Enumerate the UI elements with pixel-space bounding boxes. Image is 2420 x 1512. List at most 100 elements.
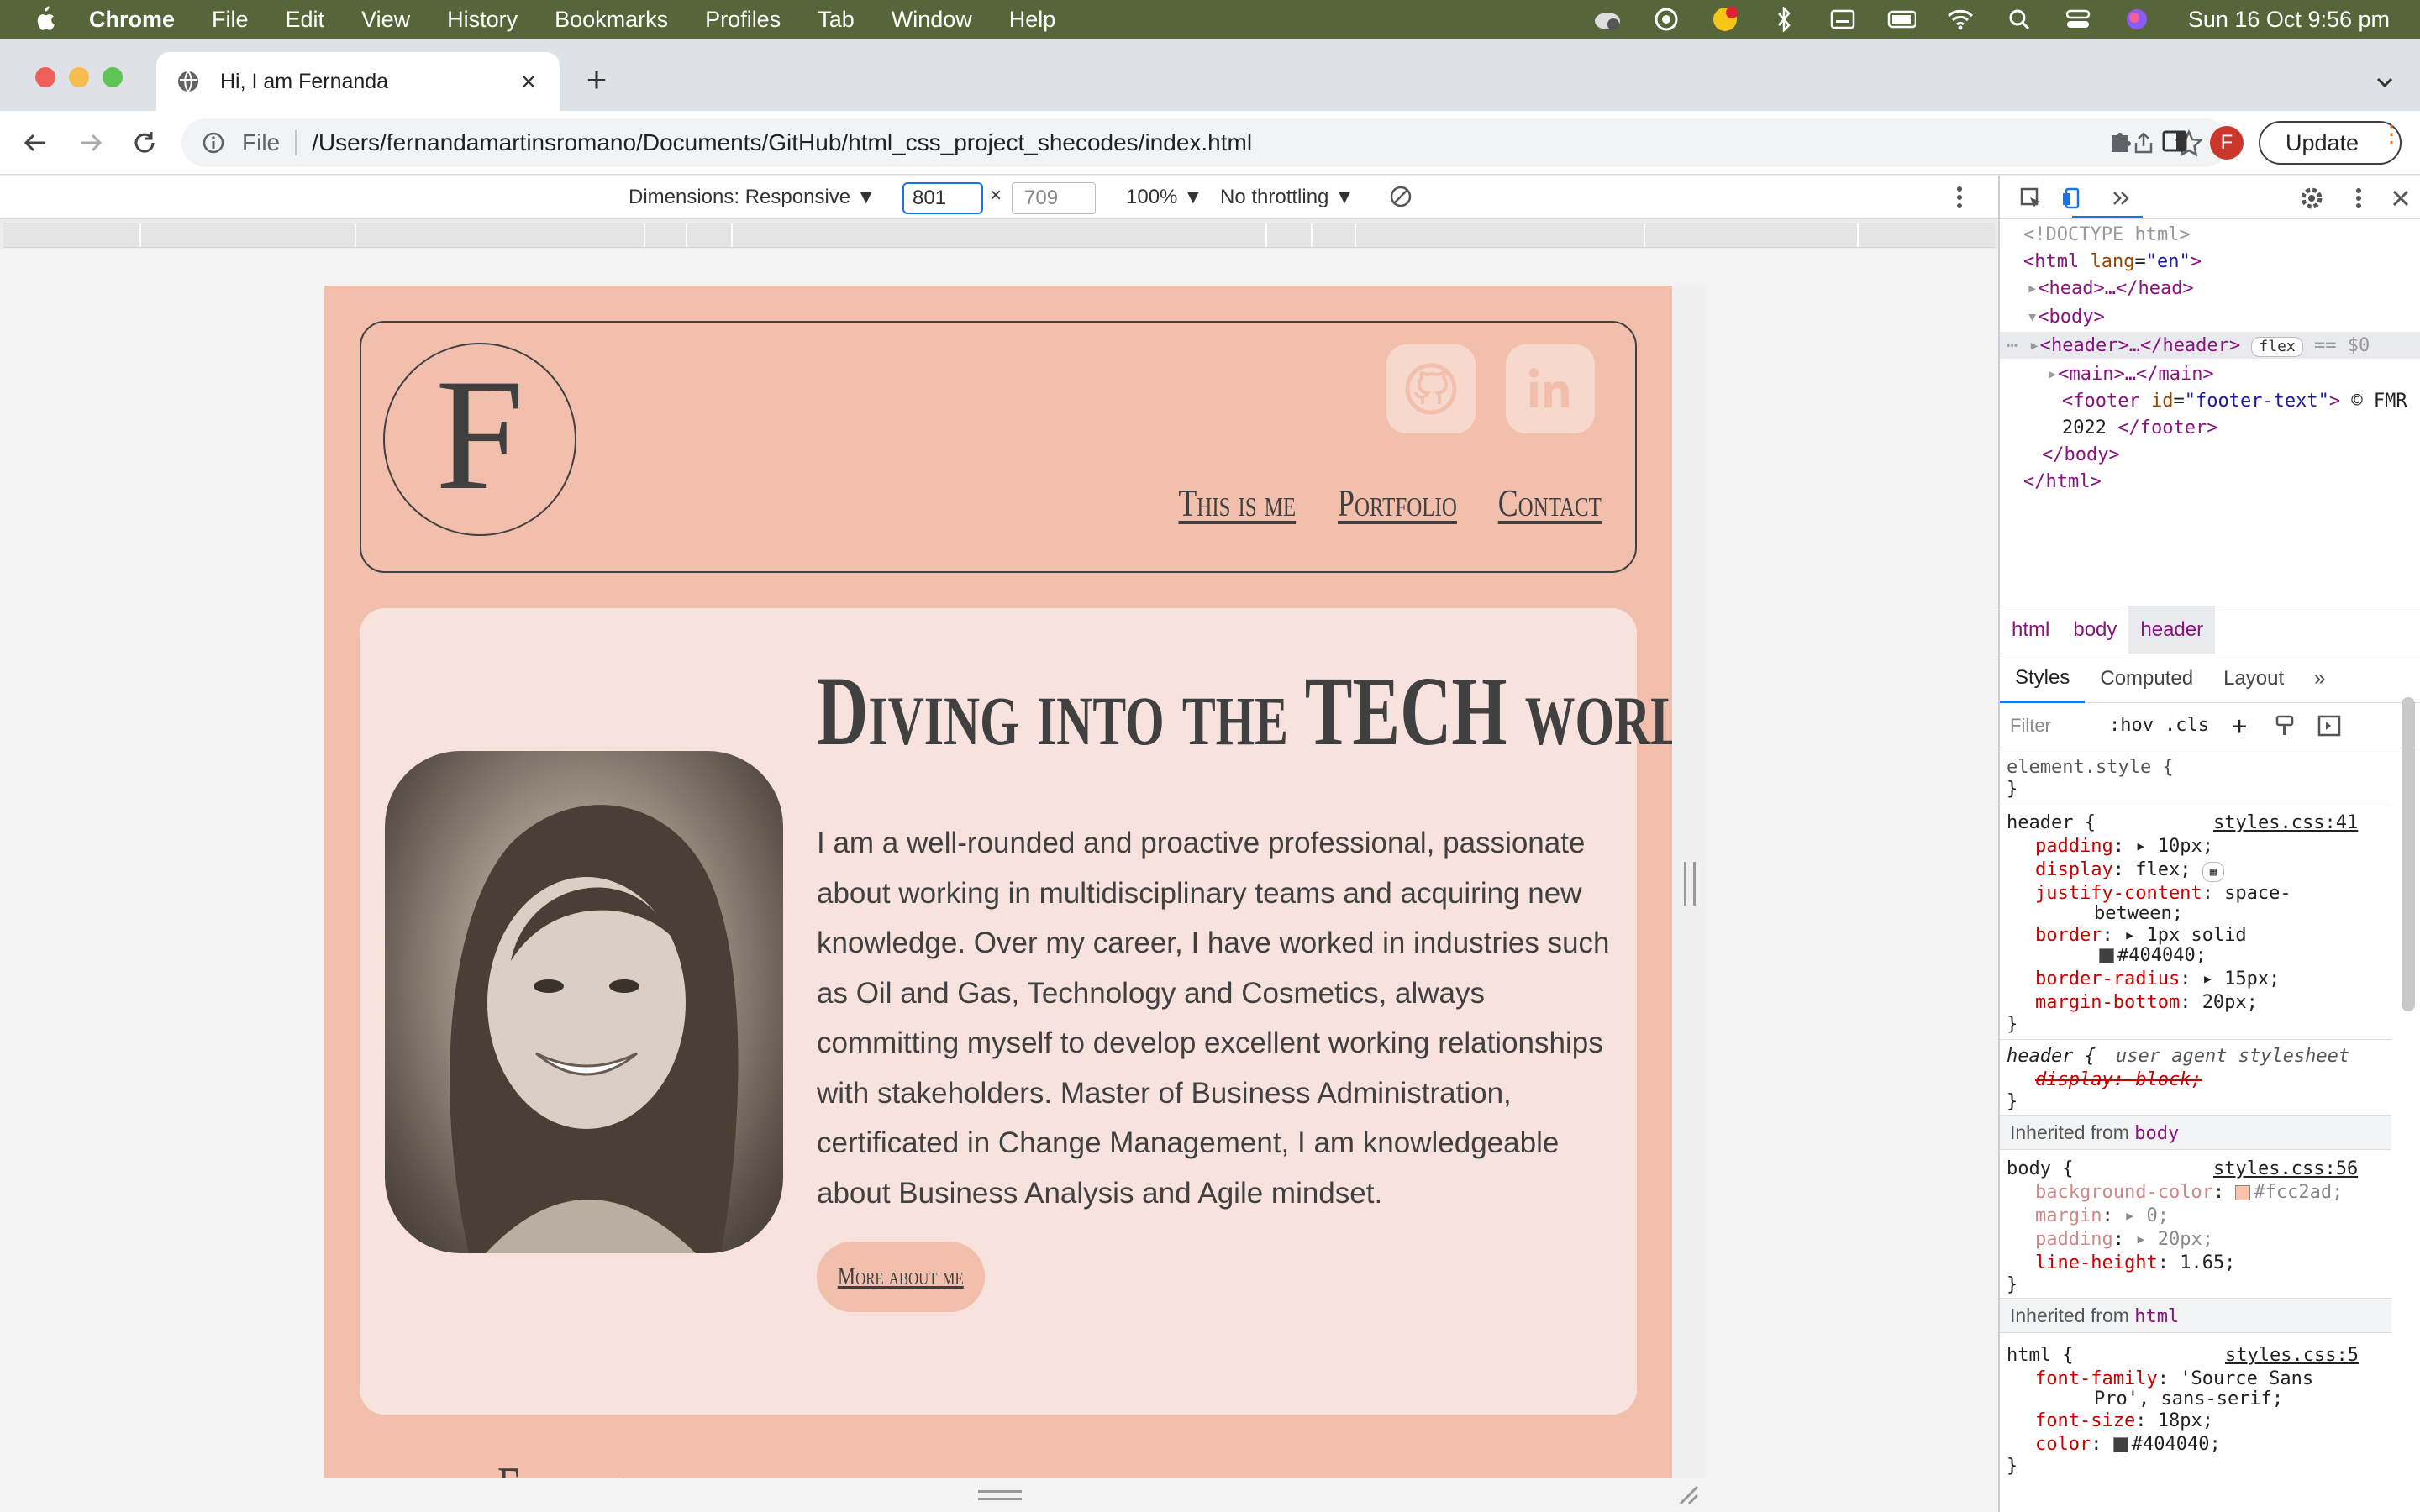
tab-computed[interactable]: Computed <box>2085 667 2208 690</box>
devtools-settings-gear-icon[interactable] <box>2299 186 2324 211</box>
new-style-rule-plus-icon[interactable]: + <box>2232 711 2247 741</box>
tab-search-chevron-icon[interactable] <box>2373 71 2396 94</box>
dom-body-open[interactable]: ▾<body> <box>2027 305 2105 330</box>
window-zoom-button[interactable] <box>103 67 123 87</box>
menubar-clock[interactable]: Sun 16 Oct 9:56 pm <box>2188 7 2390 33</box>
viewport-width-input[interactable]: 801 <box>902 182 983 214</box>
reload-icon[interactable] <box>129 128 160 158</box>
css-prop-background-color[interactable]: background-color: #fcc2ad; <box>2035 1182 2343 1204</box>
hov-toggle[interactable]: :hov <box>2109 715 2154 736</box>
menu-file[interactable]: File <box>212 7 249 33</box>
info-icon[interactable] <box>202 131 225 155</box>
menu-profiles[interactable]: Profiles <box>705 7 781 33</box>
devtools-more-icon[interactable] <box>2346 186 2371 211</box>
linkedin-link[interactable] <box>1506 344 1595 433</box>
breadcrumb-body[interactable]: body <box>2061 618 2128 642</box>
body-rule-source-link[interactable]: styles.css:56 <box>2213 1158 2358 1180</box>
devtools-styles-scrollbar[interactable] <box>2402 697 2415 1011</box>
css-prop-margin[interactable]: margin: ▸ 0; <box>2035 1205 2169 1227</box>
dom-header-row[interactable]: ⋯ ▸<header>…</header> flex == $0 <box>2007 333 2370 359</box>
menu-tab[interactable]: Tab <box>818 7 855 33</box>
browser-tab-active[interactable]: Hi, I am Fernanda × <box>156 52 560 111</box>
paint-brush-icon[interactable] <box>2274 715 2296 737</box>
css-prop-body-padding[interactable]: padding: ▸ 20px; <box>2035 1229 2213 1251</box>
dom-head[interactable]: ▸<head>…</head> <box>2027 276 2194 302</box>
menu-bookmarks[interactable]: Bookmarks <box>555 7 668 33</box>
css-prop-padding[interactable]: padding: ▸ 10px; <box>2035 836 2213 858</box>
dom-html-close[interactable]: </html> <box>2023 470 2102 495</box>
nav-link-portfolio[interactable]: Portfolio <box>1338 480 1457 525</box>
viewport-resize-corner-icon[interactable] <box>1677 1483 1699 1505</box>
chrome-update-button[interactable]: Update ⋮ <box>2259 121 2403 165</box>
rotate-icon[interactable] <box>1388 184 1413 209</box>
creative-cloud-icon[interactable] <box>1593 7 1622 32</box>
dom-html-open[interactable]: <html lang="en"> <box>2023 249 2202 275</box>
url-text[interactable]: /Users/fernandamartinsromano/Documents/G… <box>312 129 1252 156</box>
inspect-element-icon[interactable] <box>2018 186 2044 211</box>
github-link[interactable] <box>1386 344 1476 433</box>
css-prop-font-size[interactable]: font-size: 18px; <box>2035 1410 2213 1432</box>
siri-icon[interactable] <box>2123 7 2151 32</box>
devtools-close-icon[interactable] <box>2388 186 2413 211</box>
inherited-body-link[interactable]: body <box>2134 1123 2179 1144</box>
viewport-resize-handle-bottom[interactable] <box>978 1490 1022 1500</box>
header-rule-selector[interactable]: header { <box>2007 812 2096 834</box>
html-rule-selector[interactable]: html { <box>2007 1345 2073 1367</box>
throttling-dropdown[interactable]: No throttling ▼ <box>1220 186 1355 209</box>
tab-layout[interactable]: Layout <box>2208 667 2299 690</box>
styles-filter-input[interactable]: Filter <box>2010 715 2051 737</box>
nav-link-this-is-me[interactable]: This is me <box>1179 480 1297 525</box>
ua-rule-selector[interactable]: header { <box>2007 1046 2096 1068</box>
window-minimize-button[interactable] <box>69 67 89 87</box>
computed-sidebar-toggle-icon[interactable] <box>2317 715 2341 737</box>
more-tabs-chevron-icon[interactable]: » <box>2299 667 2340 690</box>
css-prop-font-family[interactable]: font-family: 'Source Sans <box>2035 1368 2313 1390</box>
control-center-icon[interactable] <box>2064 7 2092 32</box>
wifi-icon[interactable] <box>1946 7 1975 32</box>
back-arrow-icon[interactable] <box>20 128 50 158</box>
menu-app-chrome[interactable]: Chrome <box>89 7 175 33</box>
css-prop-color[interactable]: color: #404040; <box>2035 1434 2221 1456</box>
css-prop-display[interactable]: display: flex; ▦ <box>2035 859 2225 882</box>
css-prop-border[interactable]: border: ▸ 1px solid <box>2035 925 2247 947</box>
dimensions-dropdown[interactable]: Dimensions: Responsive ▼ <box>629 186 876 209</box>
menu-help[interactable]: Help <box>1009 7 1056 33</box>
breadcrumb-html[interactable]: html <box>2000 618 2061 642</box>
dom-main[interactable]: ▸<main>…</main> <box>2047 362 2214 387</box>
nav-link-contact[interactable]: Contact <box>1498 480 1602 525</box>
flex-badge[interactable]: flex <box>2251 337 2303 357</box>
address-bar[interactable]: File /Users/fernandamartinsromano/Docume… <box>182 118 2229 167</box>
device-toggle-icon[interactable] <box>2060 186 2086 211</box>
html-rule-source-link[interactable]: styles.css:5 <box>2225 1345 2359 1367</box>
spotlight-search-icon[interactable] <box>2005 7 2033 32</box>
menu-edit[interactable]: Edit <box>286 7 325 33</box>
viewport-height-input[interactable]: 709 <box>1012 182 1096 214</box>
keyboard-icon[interactable] <box>1828 7 1857 32</box>
css-prop-margin-bottom[interactable]: margin-bottom: 20px; <box>2035 992 2258 1014</box>
css-prop-justify-content[interactable]: justify-content: space- <box>2035 883 2291 905</box>
menu-window[interactable]: Window <box>892 7 972 33</box>
tab-close-icon[interactable]: × <box>518 68 539 95</box>
profile-avatar[interactable]: F <box>2210 126 2244 160</box>
menu-view[interactable]: View <box>361 7 410 33</box>
more-panels-chevron-icon[interactable] <box>2109 186 2134 211</box>
bluetooth-icon[interactable] <box>1770 7 1798 32</box>
css-prop-line-height[interactable]: line-height: 1.65; <box>2035 1252 2235 1274</box>
element-style-rule[interactable]: element.style { <box>2007 757 2174 779</box>
new-tab-button[interactable]: + <box>580 62 613 97</box>
more-about-me-button[interactable]: More about me <box>817 1242 985 1312</box>
extensions-puzzle-icon[interactable] <box>2104 124 2138 158</box>
sync-cloud-icon[interactable] <box>1652 7 1681 32</box>
css-prop-border-radius[interactable]: border-radius: ▸ 15px; <box>2035 969 2280 990</box>
tab-styles[interactable]: Styles <box>2000 654 2086 703</box>
window-close-button[interactable] <box>35 67 55 87</box>
menu-history[interactable]: History <box>447 7 518 33</box>
apple-icon[interactable] <box>32 6 55 33</box>
cls-toggle[interactable]: .cls <box>2165 715 2209 736</box>
device-toolbar-more-icon[interactable] <box>1954 184 1965 211</box>
dom-footer-close[interactable]: 2022 </footer> <box>2062 416 2217 441</box>
media-query-ruler[interactable] <box>3 223 1995 248</box>
zoom-dropdown[interactable]: 100% ▼ <box>1126 186 1203 209</box>
side-panel-icon[interactable] <box>2158 124 2191 158</box>
dom-footer-open[interactable]: <footer id="footer-text"> © FMR <box>2062 389 2407 414</box>
